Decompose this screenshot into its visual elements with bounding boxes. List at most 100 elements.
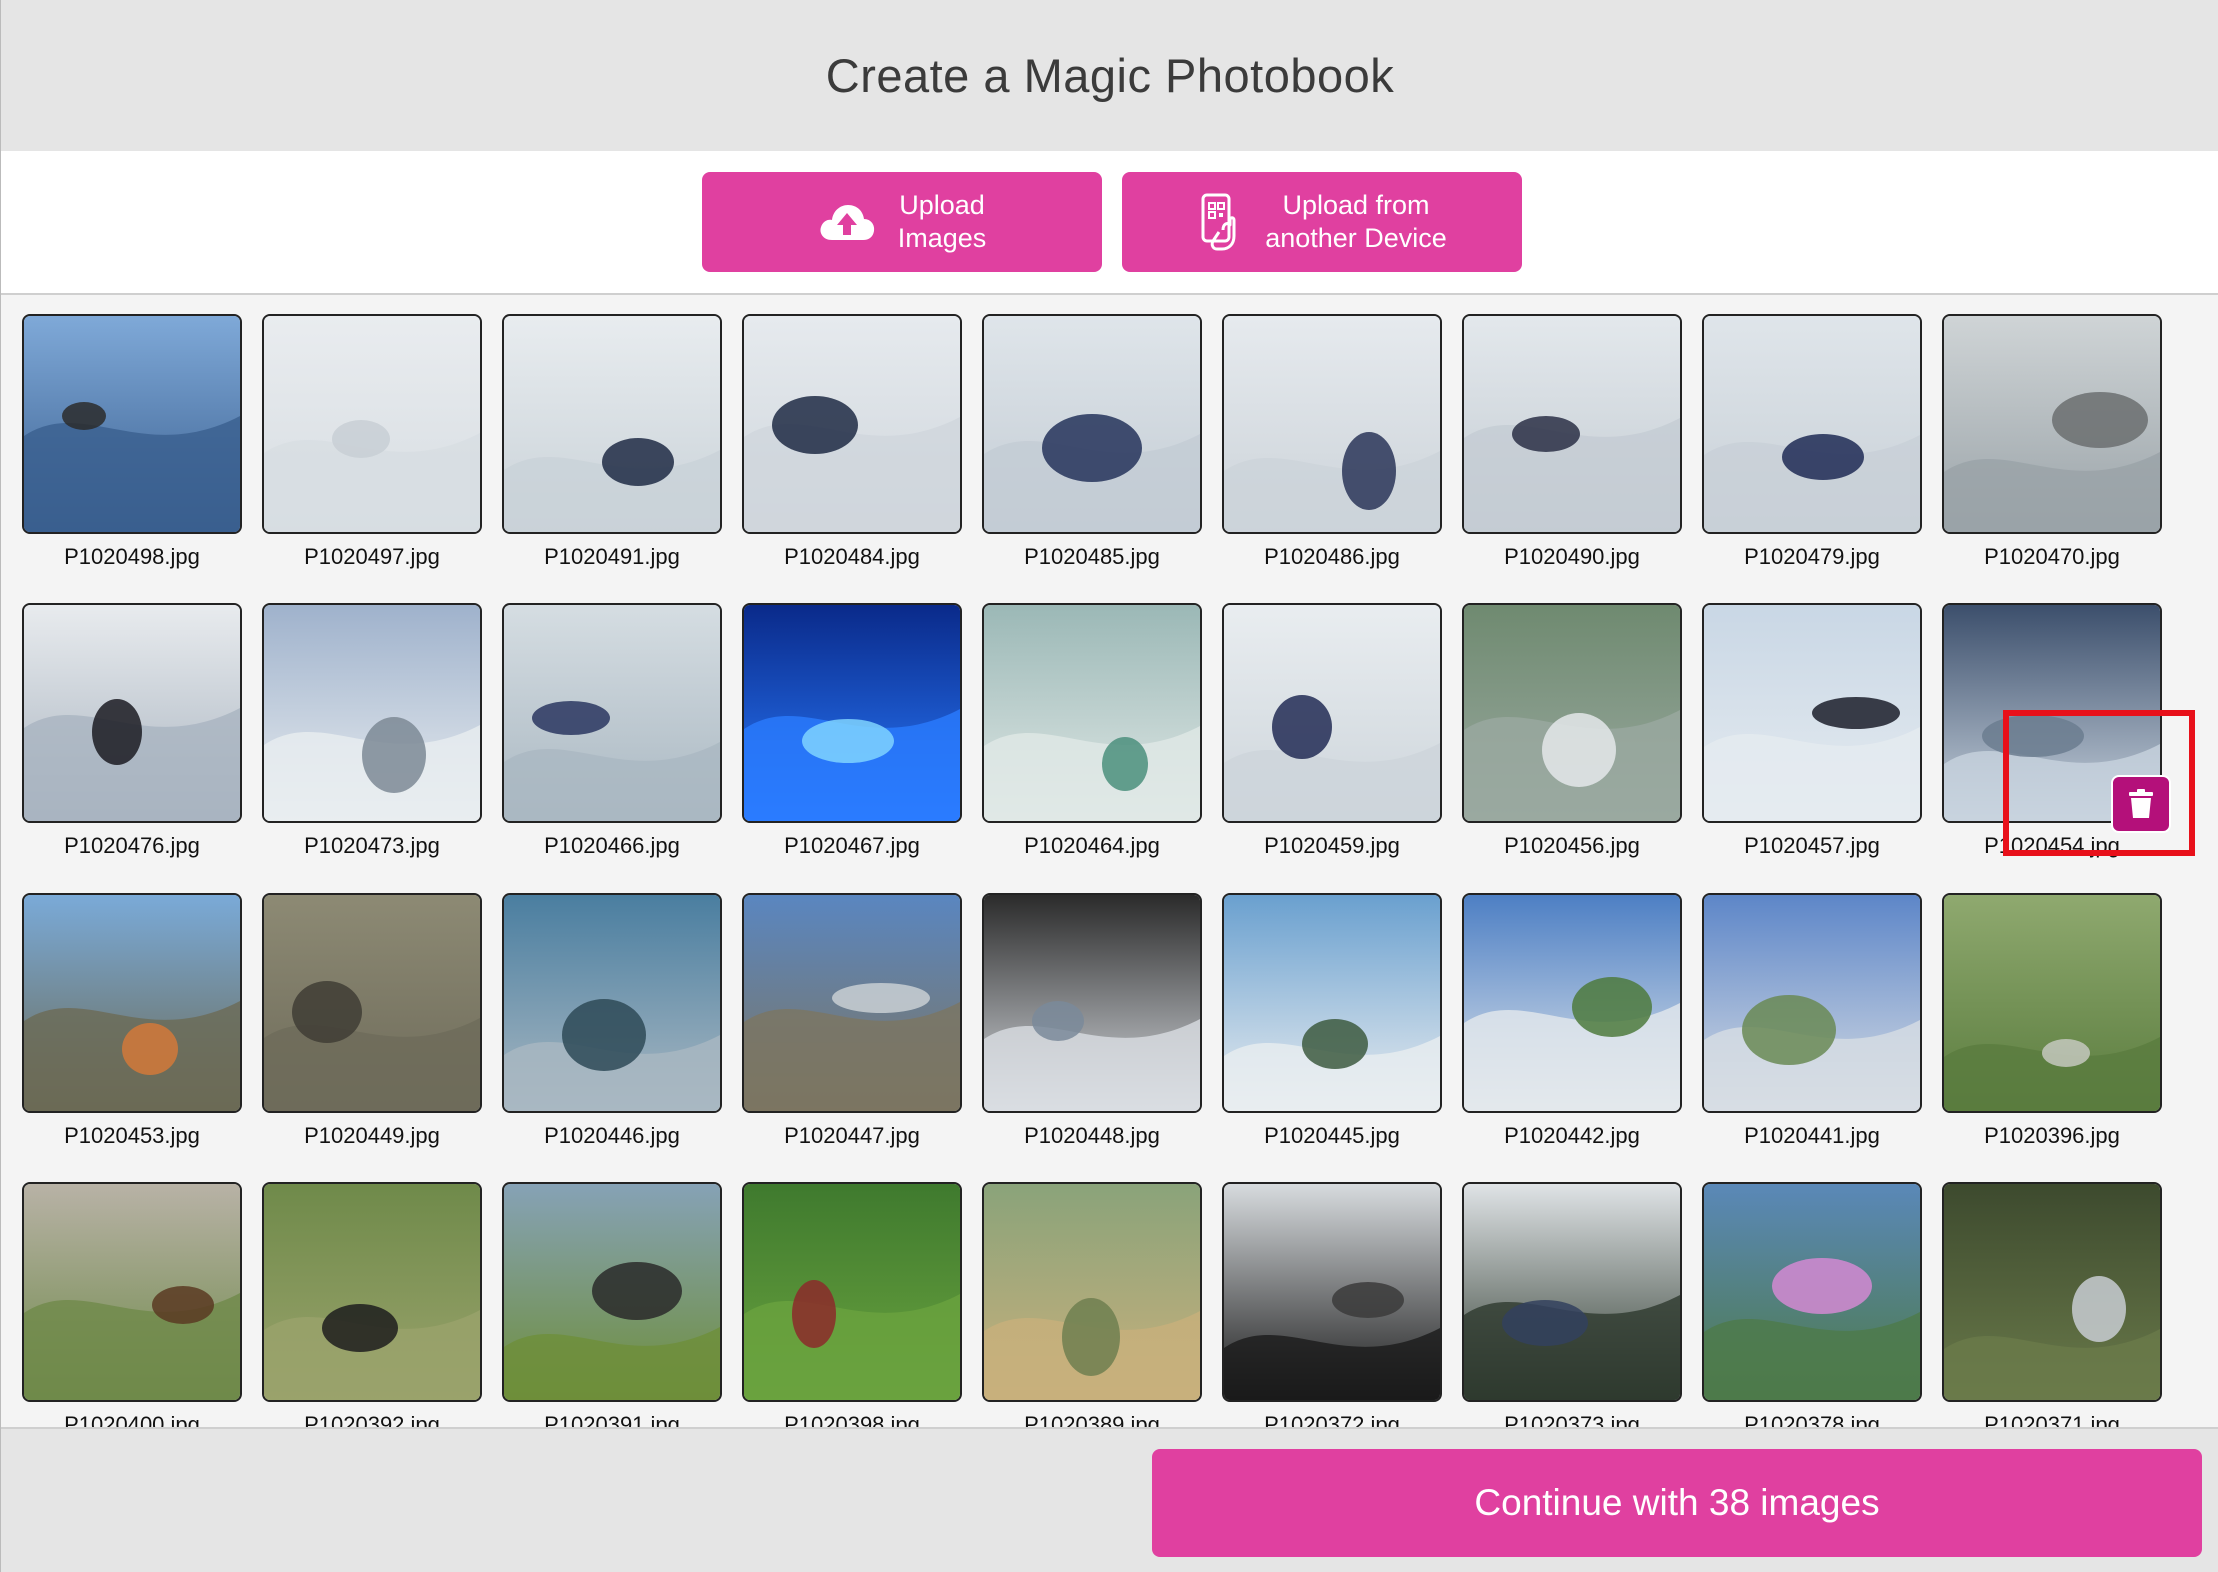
gallery-image-tile[interactable]: P1020445.jpg (1222, 893, 1442, 1153)
photo-placeholder (1944, 316, 2160, 532)
image-thumbnail[interactable] (982, 893, 1202, 1113)
image-thumbnail[interactable] (502, 1182, 722, 1402)
image-thumbnail[interactable] (1702, 1182, 1922, 1402)
gallery-image-tile[interactable]: P1020441.jpg (1702, 893, 1922, 1153)
image-filename: P1020456.jpg (1504, 833, 1640, 858)
gallery-image-tile[interactable]: P1020449.jpg (262, 893, 482, 1153)
gallery-image-tile[interactable]: P1020484.jpg (742, 314, 962, 574)
image-thumbnail[interactable] (262, 603, 482, 823)
image-thumbnail[interactable] (982, 603, 1202, 823)
image-thumbnail[interactable] (742, 1182, 962, 1402)
photo-placeholder (1464, 1184, 1680, 1400)
image-thumbnail[interactable] (982, 1182, 1202, 1402)
image-filename: P1020485.jpg (1024, 544, 1160, 569)
image-thumbnail[interactable] (1462, 603, 1682, 823)
gallery-image-tile[interactable]: P1020371.jpg (1942, 1182, 2162, 1427)
image-filename: P1020396.jpg (1984, 1123, 2120, 1148)
gallery-image-tile[interactable]: P1020473.jpg (262, 603, 482, 863)
gallery-image-tile[interactable]: P1020466.jpg (502, 603, 722, 863)
photo-placeholder (1464, 316, 1680, 532)
image-filename: P1020372.jpg (1264, 1412, 1400, 1427)
image-thumbnail[interactable] (1942, 314, 2162, 534)
photo-placeholder (264, 605, 480, 821)
photo-placeholder (504, 895, 720, 1111)
image-thumbnail[interactable] (262, 1182, 482, 1402)
photo-placeholder (1224, 316, 1440, 532)
gallery-image-tile[interactable]: P1020389.jpg (982, 1182, 1202, 1427)
image-thumbnail[interactable] (742, 893, 962, 1113)
gallery-image-tile[interactable]: P1020457.jpg (1702, 603, 1922, 863)
gallery-image-tile[interactable]: P1020479.jpg (1702, 314, 1922, 574)
image-thumbnail[interactable] (22, 603, 242, 823)
image-thumbnail[interactable] (22, 314, 242, 534)
gallery-image-tile[interactable]: P1020498.jpg (22, 314, 242, 574)
gallery-image-tile[interactable]: P1020464.jpg (982, 603, 1202, 863)
photo-placeholder (744, 895, 960, 1111)
image-thumbnail[interactable] (262, 314, 482, 534)
continue-button[interactable]: Continue with 38 images (1152, 1449, 2202, 1557)
gallery-image-tile[interactable]: P1020453.jpg (22, 893, 242, 1153)
gallery-image-tile[interactable]: P1020490.jpg (1462, 314, 1682, 574)
image-gallery[interactable]: P1020498.jpg P1020497.jpg P1020491.jpg P102… (1, 295, 2218, 1427)
image-thumbnail[interactable] (262, 893, 482, 1113)
image-thumbnail[interactable] (22, 893, 242, 1113)
gallery-image-tile[interactable]: P1020459.jpg (1222, 603, 1442, 863)
gallery-image-tile[interactable]: P1020378.jpg (1702, 1182, 1922, 1427)
image-filename: P1020447.jpg (784, 1123, 920, 1148)
photo-placeholder (504, 316, 720, 532)
image-thumbnail[interactable] (1942, 1182, 2162, 1402)
image-thumbnail[interactable] (1222, 603, 1442, 823)
gallery-image-tile[interactable]: P1020396.jpg (1942, 893, 2162, 1153)
gallery-image-tile[interactable]: P1020456.jpg (1462, 603, 1682, 863)
image-thumbnail[interactable] (502, 893, 722, 1113)
gallery-image-tile[interactable]: P1020497.jpg (262, 314, 482, 574)
gallery-image-tile[interactable]: P1020470.jpg (1942, 314, 2162, 574)
image-thumbnail[interactable] (1702, 603, 1922, 823)
image-thumbnail[interactable] (742, 603, 962, 823)
image-filename: P1020466.jpg (544, 833, 680, 858)
gallery-image-tile[interactable]: P1020400.jpg (22, 1182, 242, 1427)
image-thumbnail[interactable] (1462, 314, 1682, 534)
photo-placeholder (1224, 1184, 1440, 1400)
gallery-image-tile[interactable]: P1020467.jpg (742, 603, 962, 863)
image-filename: P1020398.jpg (784, 1412, 920, 1427)
gallery-image-tile[interactable]: P1020448.jpg (982, 893, 1202, 1153)
upload-toolbar: Upload Images Upload from another Device (1, 151, 2218, 295)
image-thumbnail[interactable] (742, 314, 962, 534)
photo-placeholder (984, 605, 1200, 821)
image-thumbnail[interactable] (1222, 893, 1442, 1113)
image-thumbnail[interactable] (1222, 314, 1442, 534)
image-filename: P1020373.jpg (1504, 1412, 1640, 1427)
image-thumbnail[interactable] (22, 1182, 242, 1402)
image-thumbnail[interactable] (982, 314, 1202, 534)
image-thumbnail[interactable] (1462, 1182, 1682, 1402)
photo-placeholder (264, 895, 480, 1111)
upload-images-button[interactable]: Upload Images (702, 172, 1102, 272)
gallery-image-tile[interactable]: P1020491.jpg (502, 314, 722, 574)
image-thumbnail[interactable] (502, 314, 722, 534)
gallery-image-tile[interactable]: P1020373.jpg (1462, 1182, 1682, 1427)
upload-from-device-button[interactable]: Upload from another Device (1122, 172, 1522, 272)
image-thumbnail[interactable] (1702, 314, 1922, 534)
gallery-image-tile[interactable]: P1020485.jpg (982, 314, 1202, 574)
gallery-image-tile[interactable]: P1020391.jpg (502, 1182, 722, 1427)
gallery-image-tile[interactable]: P1020442.jpg (1462, 893, 1682, 1153)
image-filename: P1020378.jpg (1744, 1412, 1880, 1427)
gallery-image-tile[interactable]: P1020392.jpg (262, 1182, 482, 1427)
photo-placeholder (24, 316, 240, 532)
gallery-image-tile[interactable]: P1020486.jpg (1222, 314, 1442, 574)
gallery-image-tile[interactable]: P1020398.jpg (742, 1182, 962, 1427)
image-thumbnail[interactable] (1942, 893, 2162, 1113)
delete-image-button[interactable] (2111, 775, 2171, 833)
image-thumbnail[interactable] (1222, 1182, 1442, 1402)
image-thumbnail[interactable] (1462, 893, 1682, 1113)
photo-placeholder (984, 1184, 1200, 1400)
image-thumbnail[interactable] (1702, 893, 1922, 1113)
gallery-image-tile[interactable]: P1020447.jpg (742, 893, 962, 1153)
image-filename: P1020389.jpg (1024, 1412, 1160, 1427)
gallery-image-tile[interactable]: P1020372.jpg (1222, 1182, 1442, 1427)
gallery-image-tile[interactable]: P1020446.jpg (502, 893, 722, 1153)
gallery-image-tile[interactable]: P1020476.jpg (22, 603, 242, 863)
image-thumbnail[interactable] (502, 603, 722, 823)
photo-placeholder (264, 1184, 480, 1400)
